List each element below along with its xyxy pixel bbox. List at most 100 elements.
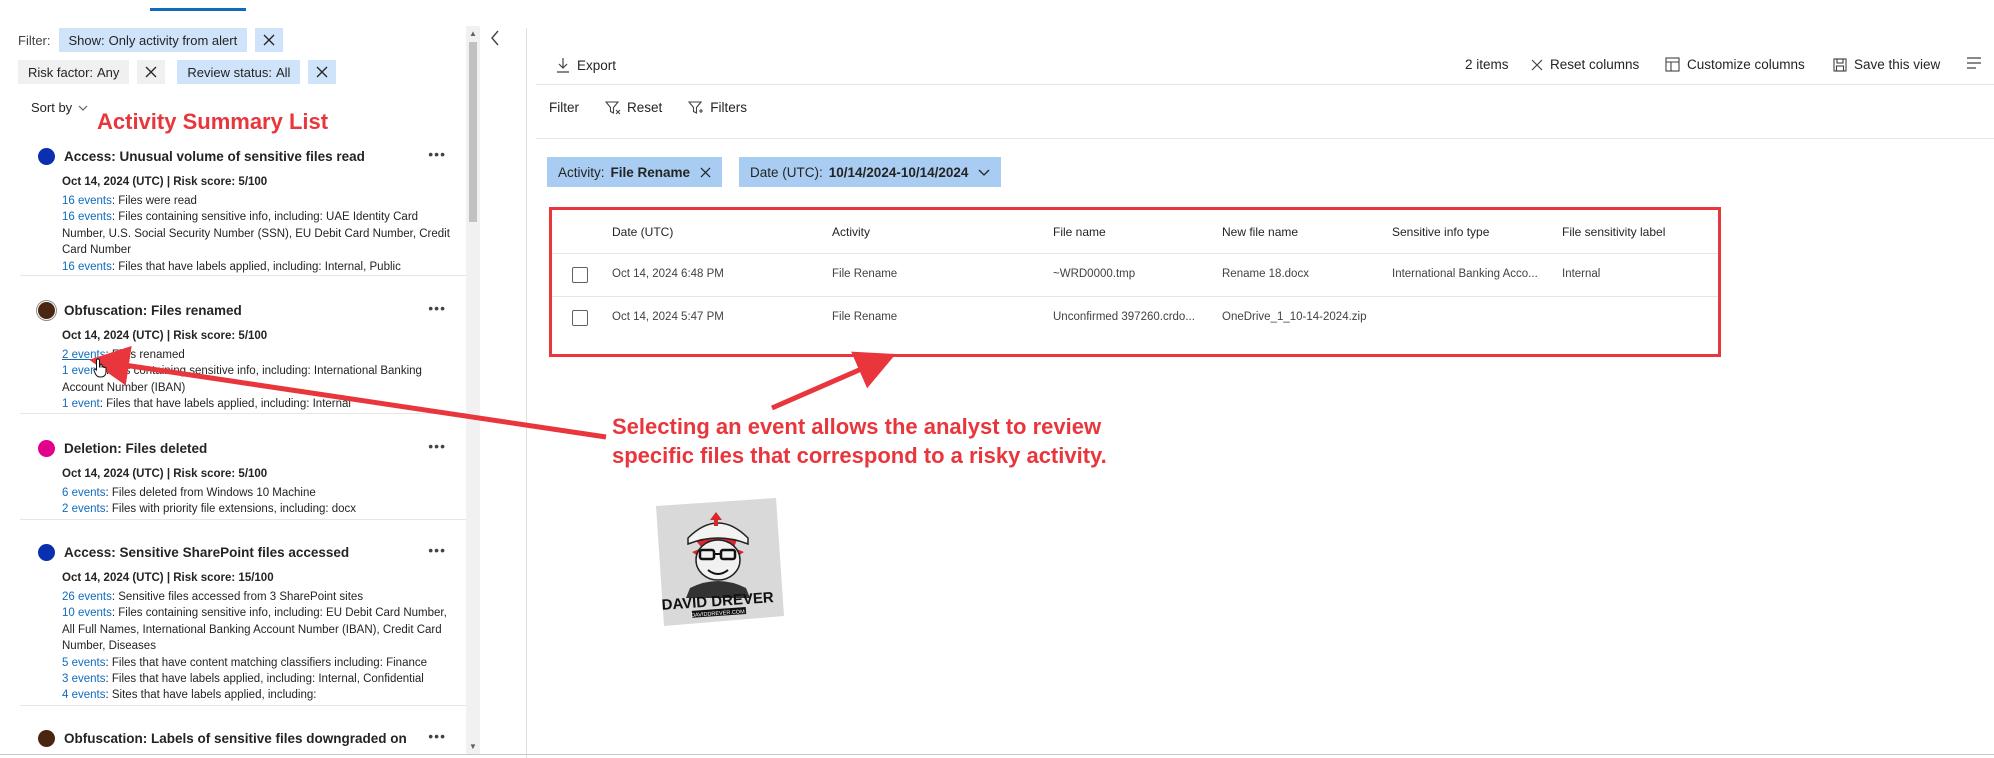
row-checkbox[interactable] (572, 267, 588, 283)
filter-chip-review-status[interactable]: Review status: All (177, 60, 301, 84)
table-columns-icon (1665, 57, 1680, 72)
filter-bar-label: Filter (549, 100, 579, 115)
filter-chip-show[interactable]: Show: Only activity from alert (58, 28, 248, 52)
event-description: : Files that have labels applied, includ… (111, 260, 401, 273)
events-link[interactable]: 5 events (62, 657, 105, 669)
hand-cursor-icon (93, 358, 107, 378)
event-description: : Files that have labels applied, includ… (105, 673, 424, 686)
events-link[interactable]: 4 events (62, 689, 105, 701)
activity-list: Access: Unusual volume of sensitive file… (20, 138, 466, 750)
events-link[interactable]: 26 events (62, 591, 112, 603)
table-row[interactable]: Oct 14, 2024 5:47 PM File Rename Unconfi… (552, 296, 1718, 339)
view-options-button[interactable] (1966, 57, 1982, 69)
column-header-activity[interactable]: Activity (832, 225, 870, 239)
event-description: : Files containing sensitive info, inclu… (62, 365, 422, 394)
column-header-date[interactable]: Date (UTC) (612, 225, 673, 239)
collapse-pane-button[interactable] (490, 30, 500, 51)
more-options-icon[interactable]: ••• (428, 542, 446, 558)
event-description: : Sensitive files accessed from 3 ShareP… (111, 591, 364, 603)
activity-card[interactable]: Obfuscation: Files renamed ••• Oct 14, 2… (20, 292, 466, 414)
activity-filter-pill[interactable]: Activity: File Rename (547, 157, 723, 187)
activity-card[interactable]: Access: Unusual volume of sensitive file… (20, 138, 466, 276)
activity-event-lines: 16 events: Files were read 16 events: Fi… (62, 193, 452, 275)
more-options-icon[interactable]: ••• (428, 146, 446, 162)
filter-bar-divider (536, 138, 1994, 139)
cell-file-name: ~WRD0000.tmp (1053, 268, 1136, 280)
customize-columns-button[interactable]: Customize columns (1665, 57, 1805, 72)
reset-filters-button[interactable]: Reset (605, 100, 662, 115)
events-link[interactable]: 1 event (62, 398, 100, 410)
pane-divider (526, 28, 527, 758)
scroll-up-icon[interactable]: ▲ (469, 29, 477, 38)
chip-key: Review status: (187, 64, 272, 80)
activity-title: Deletion: Files deleted (64, 441, 208, 456)
more-options-icon[interactable]: ••• (428, 438, 446, 454)
event-line: 5 events: Files that have content matchi… (62, 655, 452, 671)
events-link[interactable]: 6 events (62, 487, 105, 499)
row-checkbox[interactable] (572, 310, 588, 326)
chip-key: Show: (68, 32, 105, 48)
activity-card[interactable]: Access: Sensitive SharePoint files acces… (20, 534, 466, 706)
category-dot-icon (38, 440, 55, 457)
more-options-icon[interactable]: ••• (428, 300, 446, 316)
reset-columns-button[interactable]: Reset columns (1531, 57, 1639, 72)
remove-filter-show-button[interactable] (255, 28, 284, 52)
event-line: 4 events: Sites that have labels applied… (62, 687, 452, 703)
event-line: 1 event: Files that have labels applied,… (62, 396, 452, 412)
more-options-icon[interactable]: ••• (428, 728, 446, 744)
filter-row-2: Risk factor: Any Review status: All (18, 60, 337, 84)
cell-file-sensitivity-label: Internal (1562, 268, 1601, 280)
chip-value: Any (97, 64, 120, 80)
events-link[interactable]: 3 events (62, 673, 105, 685)
events-link[interactable]: 16 events (62, 211, 112, 223)
scroll-thumb[interactable] (469, 42, 477, 222)
table-row[interactable]: Oct 14, 2024 6:48 PM File Rename ~WRD000… (552, 253, 1718, 296)
activity-title: Access: Unusual volume of sensitive file… (64, 149, 365, 164)
column-header-sensitive-info-type[interactable]: Sensitive info type (1392, 225, 1489, 239)
column-header-file-sensitivity-label[interactable]: File sensitivity label (1562, 225, 1665, 239)
activity-meta: Oct 14, 2024 (UTC) | Risk score: 15/100 (62, 572, 274, 584)
scroll-down-icon[interactable]: ▼ (469, 742, 477, 751)
chevron-down-icon (978, 169, 990, 176)
event-description: : Files containing sensitive info, inclu… (62, 211, 450, 257)
remove-filter-risk-factor-button[interactable] (137, 60, 166, 84)
close-icon[interactable] (700, 166, 711, 178)
export-button[interactable]: Export (556, 57, 616, 73)
event-line: 3 events: Files that have labels applied… (62, 671, 452, 687)
column-header-file-name[interactable]: File name (1053, 225, 1106, 239)
filters-button[interactable]: Filters (688, 100, 747, 115)
activity-meta: Oct 14, 2024 (UTC) | Risk score: 5/100 (62, 176, 268, 188)
cell-activity: File Rename (832, 268, 898, 280)
column-header-new-file-name[interactable]: New file name (1222, 225, 1298, 239)
cell-sensitive-info-type: International Banking Acco... (1392, 268, 1538, 280)
save-view-button[interactable]: Save this view (1833, 57, 1940, 72)
chip-value: Only activity from alert (108, 32, 238, 48)
event-line: 2 events: Files renamed (62, 347, 452, 363)
event-description: : Files with priority file extensions, i… (105, 503, 357, 516)
close-icon (263, 34, 275, 46)
filter-reset-icon (605, 100, 621, 114)
remove-filter-review-status-button[interactable] (308, 60, 337, 84)
filter-row-1: Filter: Show: Only activity from alert (18, 28, 284, 52)
filter-chip-risk-factor[interactable]: Risk factor: Any (18, 60, 130, 84)
activity-card[interactable]: Deletion: Files deleted ••• Oct 14, 2024… (20, 430, 466, 520)
save-icon (1833, 57, 1847, 72)
sort-by-dropdown[interactable]: Sort by (31, 100, 88, 115)
activity-title: Access: Sensitive SharePoint files acces… (64, 545, 350, 560)
events-link[interactable]: 16 events (62, 261, 112, 273)
list-lines-icon (1967, 57, 1981, 69)
category-dot-icon (38, 302, 55, 319)
activity-card[interactable]: Obfuscation: Labels of sensitive files d… (20, 720, 466, 750)
events-link[interactable]: 16 events (62, 195, 112, 207)
filter-bar-text: Filter (549, 100, 579, 115)
event-line: 6 events: Files deleted from Windows 10 … (62, 485, 452, 501)
event-description: : Files that have content matching class… (105, 656, 428, 669)
date-filter-pill[interactable]: Date (UTC): 10/14/2024-10/14/2024 (739, 157, 1002, 187)
events-link[interactable]: 10 events (62, 607, 112, 619)
customize-columns-label: Customize columns (1687, 57, 1805, 72)
activity-list-scrollbar[interactable]: ▲ ▼ (466, 26, 480, 754)
annotation-callout: Selecting an event allows the analyst to… (612, 412, 1232, 470)
events-link[interactable]: 2 events (62, 503, 105, 515)
items-count: 2 items (1465, 57, 1509, 72)
cell-activity: File Rename (832, 311, 898, 323)
